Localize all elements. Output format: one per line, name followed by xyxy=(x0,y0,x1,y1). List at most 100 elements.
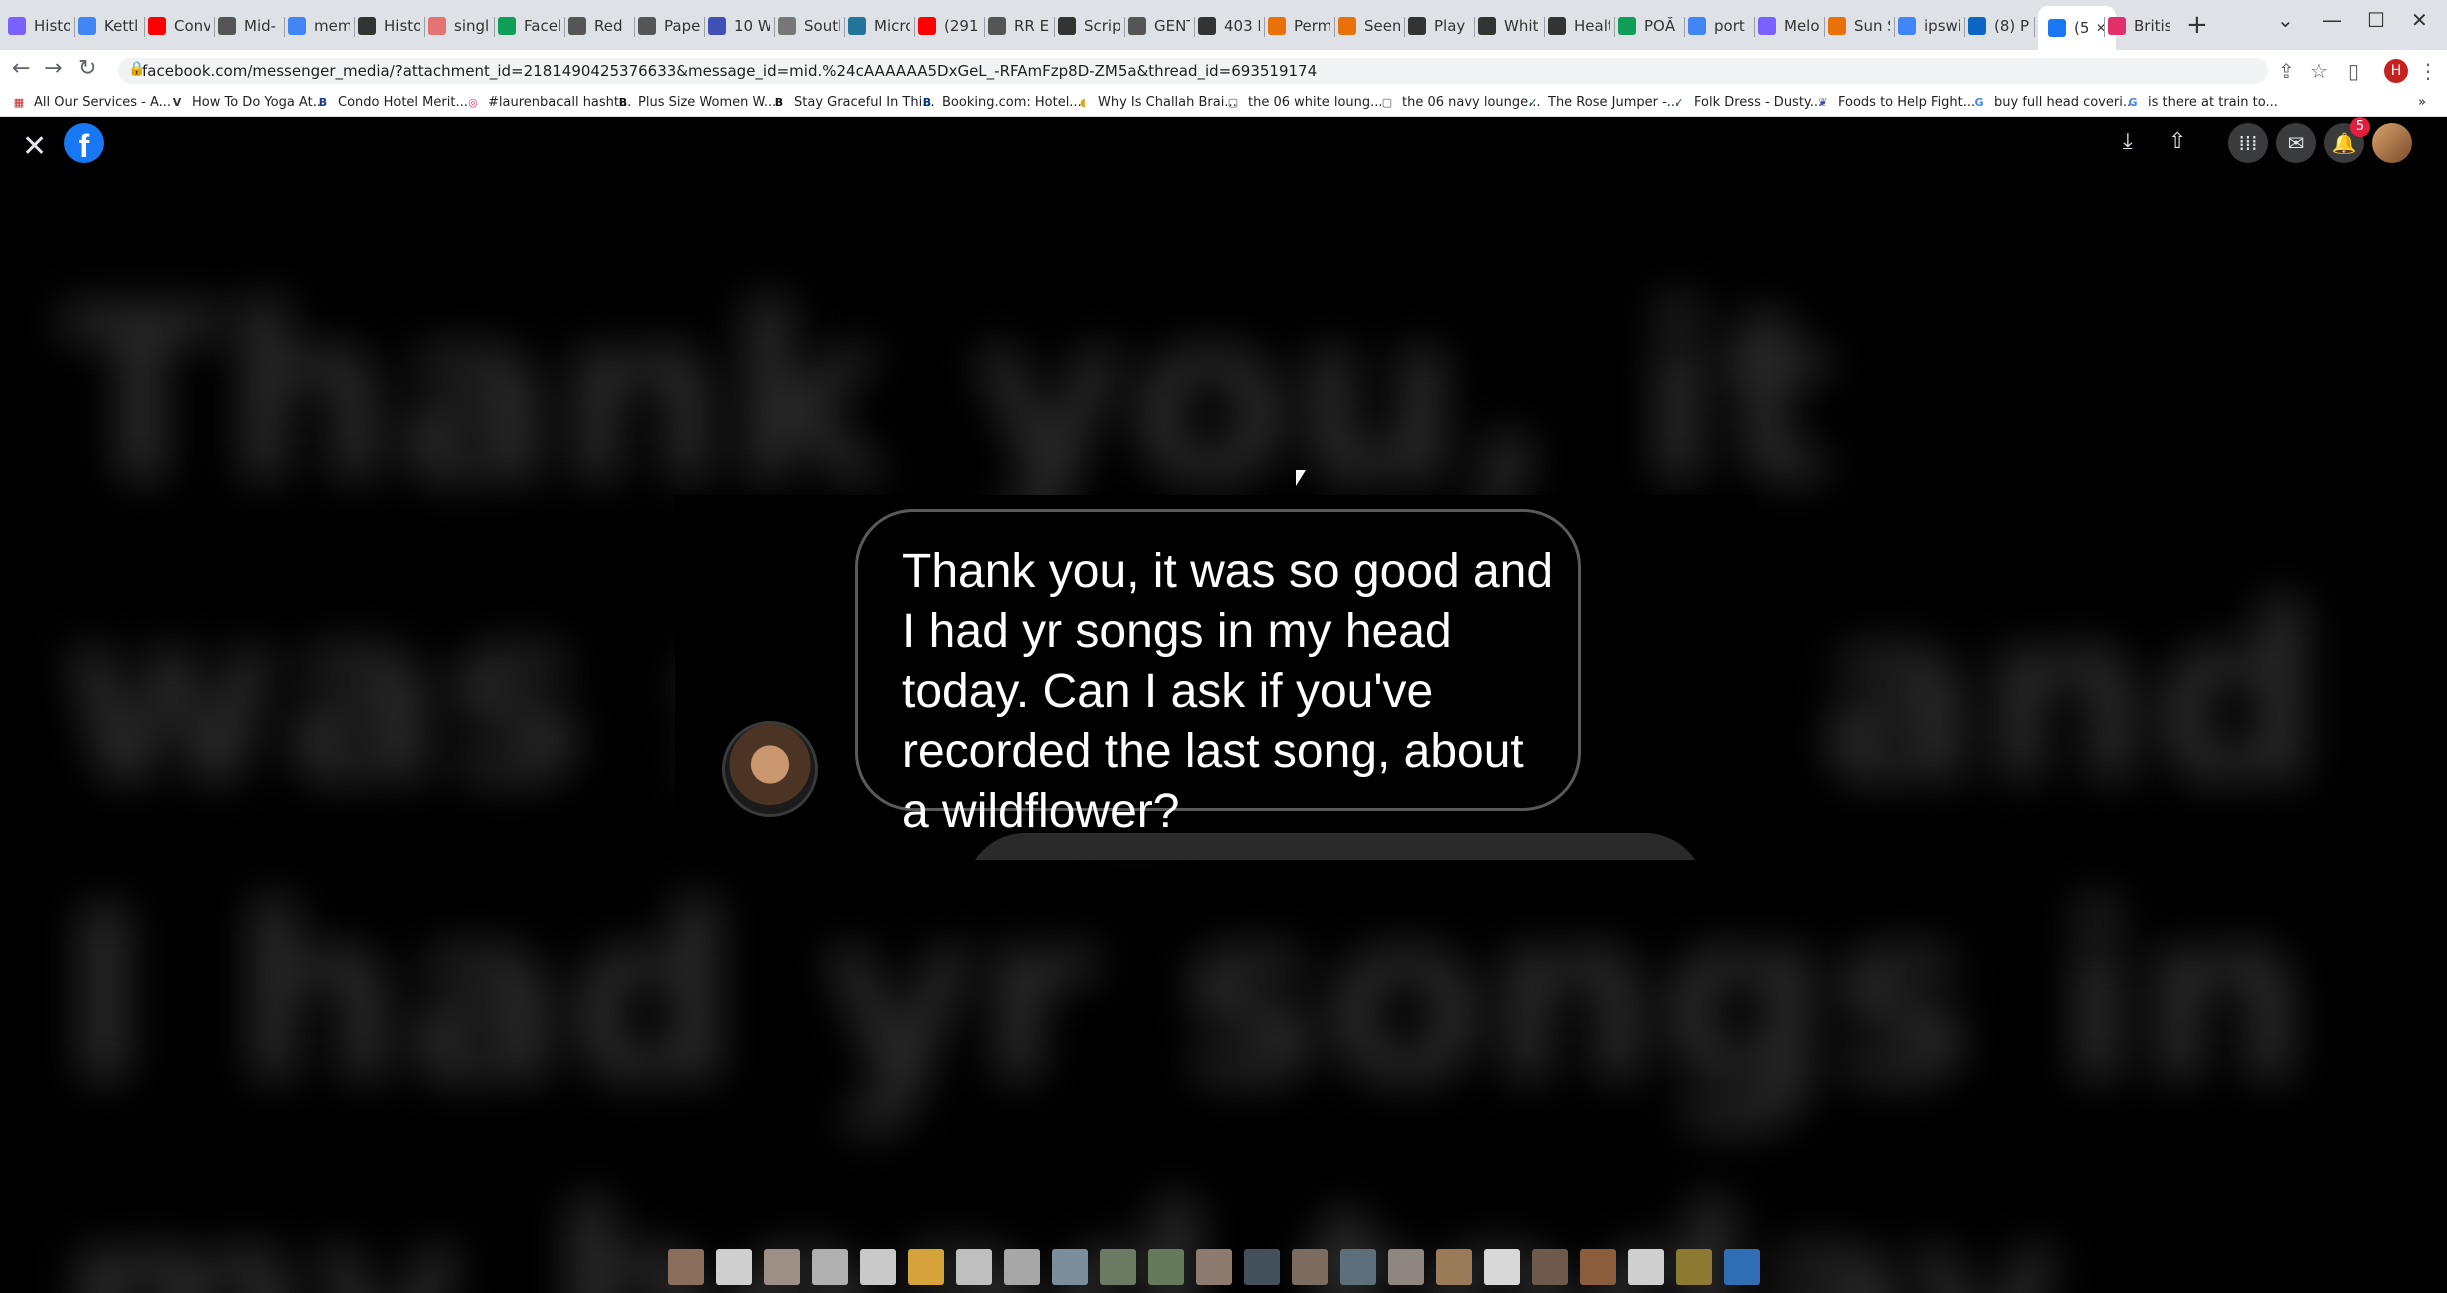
download-icon[interactable]: ⤓ xyxy=(2123,129,2133,154)
tab-8[interactable]: Red xyxy=(568,10,630,42)
media-thumbnail[interactable] xyxy=(908,1249,944,1285)
tab-label: Micro xyxy=(874,17,910,35)
tab-6[interactable]: singl xyxy=(428,10,490,42)
media-thumbnail[interactable] xyxy=(1388,1249,1424,1285)
reload-icon[interactable]: ↻ xyxy=(78,56,96,81)
close-window-icon[interactable]: ✕ xyxy=(2411,8,2428,32)
media-thumbnail[interactable] xyxy=(1532,1249,1568,1285)
tab-label: Scrip xyxy=(1084,17,1120,35)
tab-21[interactable]: Whit xyxy=(1478,10,1540,42)
share-upload-icon[interactable]: ⇧ xyxy=(2168,129,2186,154)
forward-icon[interactable]: → xyxy=(44,56,62,81)
tab-7[interactable]: Facel xyxy=(498,10,560,42)
tab-18[interactable]: Perm xyxy=(1268,10,1330,42)
new-tab-button[interactable]: + xyxy=(2186,10,2208,40)
menu-grid-icon[interactable]: ⁞⁞⁞ xyxy=(2228,123,2268,163)
bookmark-item[interactable]: B Plus Size Women W... xyxy=(616,95,776,110)
minimize-icon[interactable]: — xyxy=(2322,8,2342,32)
tab-2[interactable]: Conv xyxy=(148,10,210,42)
page-icon: ▢ xyxy=(1381,95,1393,109)
media-thumbnail[interactable] xyxy=(1628,1249,1664,1285)
tab-3[interactable]: Mid- xyxy=(218,10,280,42)
bookmark-item[interactable]: B Booking.com: Hotel... xyxy=(920,95,1082,110)
tab-11[interactable]: South xyxy=(778,10,840,42)
tab-28[interactable]: (8) P xyxy=(1968,10,2030,42)
bookmark-item[interactable]: Gbuy full head coveri... xyxy=(1972,95,2135,110)
tab-14[interactable]: RR E xyxy=(988,10,1050,42)
tab-13[interactable]: (291) xyxy=(918,10,980,42)
tab-30[interactable]: Britis xyxy=(2108,10,2170,42)
menu-icon[interactable]: ⋮ xyxy=(2418,59,2438,83)
media-thumbnail[interactable] xyxy=(1196,1249,1232,1285)
profile-avatar[interactable]: H xyxy=(2384,59,2408,83)
media-thumbnail[interactable] xyxy=(1292,1249,1328,1285)
tab-19[interactable]: Seem xyxy=(1338,10,1400,42)
maximize-icon[interactable]: ☐ xyxy=(2367,8,2385,32)
media-thumbnail[interactable] xyxy=(1148,1249,1184,1285)
bookmark-label: buy full head coveri... xyxy=(1994,95,2136,110)
tab-search-icon[interactable]: ⌄ xyxy=(2277,8,2294,32)
tab-favicon-icon xyxy=(1548,17,1566,35)
media-thumbnail[interactable] xyxy=(860,1249,896,1285)
tab-12[interactable]: Micro xyxy=(848,10,910,42)
media-thumbnail[interactable] xyxy=(1100,1249,1136,1285)
address-bar[interactable]: 🔒 facebook.com/messenger_media/?attachme… xyxy=(118,58,2268,84)
tab-16[interactable]: GENT xyxy=(1128,10,1190,42)
bookmark-item[interactable]: ✓ The Rose Jumper -... xyxy=(1526,95,1679,110)
bookmark-item[interactable]: ◖ Why Is Challah Brai... xyxy=(1076,95,1237,110)
tab-4[interactable]: mem xyxy=(288,10,350,42)
bookmark-item[interactable]: V How To Do Yoga At... xyxy=(170,95,325,110)
media-thumbnail[interactable] xyxy=(1724,1249,1760,1285)
tab-17[interactable]: 403 F xyxy=(1198,10,1260,42)
tab-15[interactable]: Scrip xyxy=(1058,10,1120,42)
bookmark-label: Condo Hotel Merit... xyxy=(338,95,468,110)
media-thumbnail[interactable] xyxy=(1340,1249,1376,1285)
share-icon[interactable]: ⇪ xyxy=(2278,59,2295,83)
tab-favicon-icon xyxy=(78,17,96,35)
messenger-icon[interactable]: ✉ xyxy=(2276,123,2316,163)
account-avatar[interactable] xyxy=(2372,123,2412,163)
bookmark-item[interactable]: ✓ Folk Dress - Dusty... xyxy=(1672,95,1822,110)
tab-23[interactable]: POĂ xyxy=(1618,10,1680,42)
bookmark-item[interactable]: B Condo Hotel Merit... xyxy=(316,95,468,110)
media-thumbnail[interactable] xyxy=(1052,1249,1088,1285)
side-panel-icon[interactable]: ▯ xyxy=(2348,59,2359,83)
media-thumbnail[interactable] xyxy=(1436,1249,1472,1285)
media-thumbnail[interactable] xyxy=(1004,1249,1040,1285)
media-thumbnail[interactable] xyxy=(1580,1249,1616,1285)
tab-9[interactable]: Pape xyxy=(638,10,700,42)
tab-24[interactable]: port xyxy=(1688,10,1750,42)
tab-27[interactable]: ipswi xyxy=(1898,10,1960,42)
tab-separator xyxy=(1334,17,1335,37)
media-thumbnail[interactable] xyxy=(1676,1249,1712,1285)
bookmark-item[interactable]: ❦ Foods to Help Fight... xyxy=(1816,95,1975,110)
tab-22[interactable]: Healt xyxy=(1548,10,1610,42)
bookmark-item[interactable]: ▢ the 06 white loung... xyxy=(1226,95,1383,110)
media-thumbnail[interactable] xyxy=(1484,1249,1520,1285)
bookmark-item[interactable]: ◎ #laurenbacall hasht... xyxy=(466,95,631,110)
tab-separator xyxy=(1124,17,1125,37)
tab-10[interactable]: 10 W xyxy=(708,10,770,42)
tab-5[interactable]: Histo xyxy=(358,10,420,42)
back-icon[interactable]: ← xyxy=(12,56,30,81)
media-thumbnail[interactable] xyxy=(812,1249,848,1285)
media-thumbnail[interactable] xyxy=(956,1249,992,1285)
bookmark-item[interactable]: B Stay Graceful In Thi... xyxy=(772,95,935,110)
tab-0[interactable]: Histo xyxy=(8,10,70,42)
tab-20[interactable]: Play F xyxy=(1408,10,1470,42)
media-thumbnail[interactable] xyxy=(764,1249,800,1285)
more-bookmarks-icon[interactable]: » xyxy=(2418,95,2426,110)
media-thumbnail[interactable] xyxy=(716,1249,752,1285)
tab-26[interactable]: Sun S xyxy=(1828,10,1890,42)
media-thumbnail[interactable] xyxy=(668,1249,704,1285)
bookmark-item[interactable]: ▢ the 06 navy lounge... xyxy=(1380,95,1541,110)
tab-separator xyxy=(354,17,355,37)
tab-1[interactable]: Kettl xyxy=(78,10,140,42)
close-viewer-icon[interactable]: ✕ xyxy=(22,129,47,164)
facebook-logo-icon[interactable]: f xyxy=(64,123,104,163)
bookmark-item[interactable]: ▦ All Our Services - A... xyxy=(12,95,171,110)
bookmark-star-icon[interactable]: ☆ xyxy=(2310,59,2328,83)
tab-25[interactable]: Melo xyxy=(1758,10,1820,42)
bookmark-item[interactable]: Gis there at train to... xyxy=(2126,95,2277,110)
media-thumbnail[interactable] xyxy=(1244,1249,1280,1285)
